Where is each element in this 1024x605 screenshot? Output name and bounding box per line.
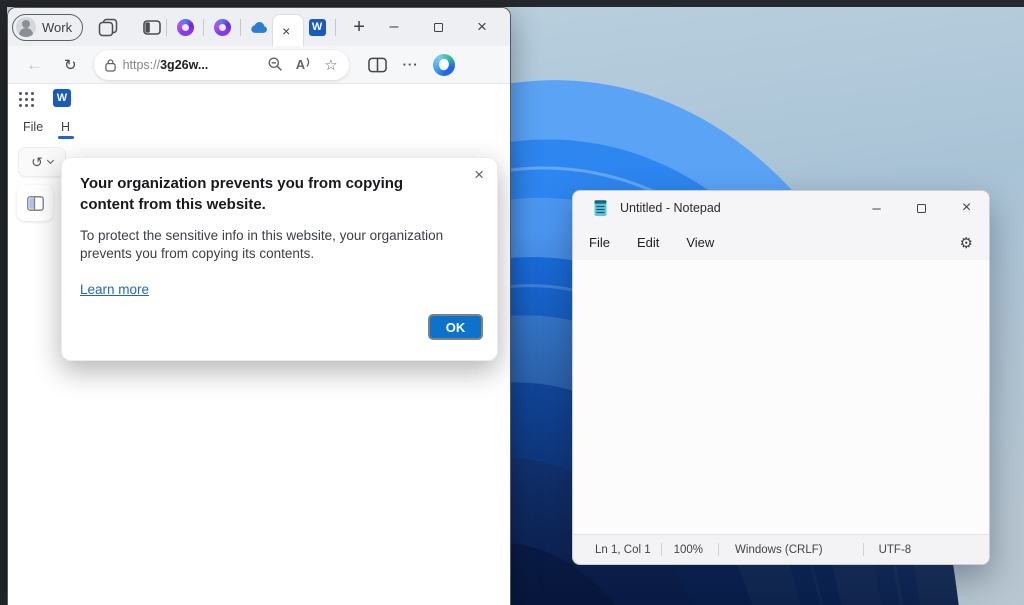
notepad-text-area[interactable] bbox=[573, 260, 989, 534]
profile-label: Work bbox=[42, 20, 72, 35]
url-scheme: https:// bbox=[123, 58, 161, 72]
notepad-close-button[interactable]: × bbox=[944, 191, 989, 225]
copilot-swirl-icon bbox=[214, 19, 231, 36]
new-tab-button[interactable]: + bbox=[347, 17, 371, 37]
sidebar-toggle-button[interactable] bbox=[17, 185, 53, 221]
workspaces-icon[interactable] bbox=[98, 18, 118, 37]
notepad-titlebar: Untitled - Notepad – × bbox=[573, 191, 989, 225]
tab-divider bbox=[335, 19, 336, 36]
home-menu-underline bbox=[58, 136, 74, 139]
status-divider bbox=[661, 543, 662, 556]
tab-divider bbox=[240, 19, 241, 36]
sidebar-panel-icon bbox=[27, 196, 44, 211]
notepad-window-controls: – × bbox=[854, 191, 989, 225]
onedrive-cloud-icon bbox=[249, 20, 269, 34]
lock-icon bbox=[105, 58, 116, 72]
address-bar[interactable]: https:// 3g26w... A ☆ bbox=[94, 50, 349, 80]
app-launcher-icon[interactable] bbox=[19, 92, 22, 95]
notepad-minimize-button[interactable]: – bbox=[854, 191, 899, 225]
edge-browser-window: Work × W bbox=[7, 7, 511, 605]
tab-copilot-2[interactable] bbox=[209, 14, 235, 40]
screen-edge-top bbox=[0, 0, 1024, 7]
learn-more-link[interactable]: Learn more bbox=[80, 282, 149, 297]
split-screen-icon[interactable] bbox=[368, 57, 387, 73]
copilot-swirl-icon bbox=[177, 19, 194, 36]
browser-page-content: W File H ↺ × Your organization prevents … bbox=[8, 84, 510, 605]
zoom-out-icon[interactable] bbox=[268, 57, 283, 72]
settings-more-icon[interactable]: ··· bbox=[403, 57, 419, 72]
dialog-body: To protect the sensitive info in this we… bbox=[80, 227, 482, 265]
notepad-icon bbox=[593, 199, 608, 217]
refresh-button[interactable]: ↻ bbox=[64, 56, 77, 74]
copilot-icon[interactable] bbox=[433, 54, 455, 76]
page-menu-home[interactable]: H bbox=[61, 120, 70, 134]
maximize-icon bbox=[917, 204, 926, 213]
chevron-down-icon bbox=[47, 157, 54, 164]
minimize-button[interactable]: – bbox=[372, 12, 416, 42]
undo-icon: ↺ bbox=[31, 155, 43, 169]
tab-divider bbox=[166, 19, 167, 36]
profile-avatar-icon bbox=[16, 17, 36, 37]
notepad-window: Untitled - Notepad – × File Edit View ⚙ … bbox=[572, 190, 990, 565]
read-aloud-icon[interactable]: A bbox=[296, 57, 311, 72]
close-button[interactable]: × bbox=[460, 12, 504, 42]
status-line-ending: Windows (CRLF) bbox=[735, 544, 823, 556]
tab-strip: Work × W bbox=[8, 8, 510, 46]
notepad-maximize-button[interactable] bbox=[899, 191, 944, 225]
undo-button[interactable]: ↺ bbox=[18, 147, 66, 177]
status-zoom-level: 100% bbox=[674, 544, 703, 556]
tab-onedrive[interactable] bbox=[246, 14, 272, 40]
back-button[interactable]: ← bbox=[26, 55, 43, 75]
tab-divider bbox=[203, 19, 204, 36]
status-encoding: UTF-8 bbox=[879, 544, 912, 556]
copy-blocked-dialog: × Your organization prevents you from co… bbox=[61, 157, 498, 361]
maximize-button[interactable] bbox=[416, 12, 460, 42]
status-divider bbox=[718, 543, 719, 556]
gear-icon[interactable]: ⚙ bbox=[960, 234, 973, 252]
favorite-star-icon[interactable]: ☆ bbox=[324, 56, 337, 74]
tab-word[interactable]: W bbox=[304, 14, 330, 40]
notepad-title: Untitled - Notepad bbox=[620, 201, 721, 215]
url-host: 3g26w... bbox=[160, 58, 208, 72]
tab-copilot-1[interactable] bbox=[172, 14, 198, 40]
profile-button[interactable]: Work bbox=[12, 14, 83, 41]
menu-edit[interactable]: Edit bbox=[637, 235, 659, 250]
navigation-bar: ← ↻ https:// 3g26w... A ☆ bbox=[8, 46, 510, 84]
screen-edge-left bbox=[0, 0, 7, 605]
notepad-menubar: File Edit View ⚙ bbox=[573, 225, 989, 260]
browser-window-controls: – × bbox=[372, 12, 504, 42]
status-divider bbox=[863, 543, 864, 556]
address-bar-actions: A ☆ bbox=[268, 56, 338, 74]
word-app-icon: W bbox=[53, 89, 71, 107]
page-menu-file[interactable]: File bbox=[23, 120, 43, 134]
tab-close-icon[interactable]: × bbox=[282, 24, 290, 38]
ok-button[interactable]: OK bbox=[428, 314, 483, 340]
maximize-icon bbox=[434, 23, 443, 32]
menu-file[interactable]: File bbox=[589, 235, 610, 250]
tab-actions-menu-icon[interactable] bbox=[143, 20, 161, 35]
word-icon: W bbox=[309, 19, 326, 36]
menu-view[interactable]: View bbox=[686, 235, 714, 250]
notepad-status-bar: Ln 1, Col 1 100% Windows (CRLF) UTF-8 bbox=[573, 534, 989, 564]
tab-active[interactable]: × bbox=[272, 14, 304, 46]
status-cursor-position: Ln 1, Col 1 bbox=[595, 544, 651, 556]
dialog-title: Your organization prevents you from copy… bbox=[80, 173, 452, 216]
dialog-close-icon[interactable]: × bbox=[474, 166, 484, 183]
